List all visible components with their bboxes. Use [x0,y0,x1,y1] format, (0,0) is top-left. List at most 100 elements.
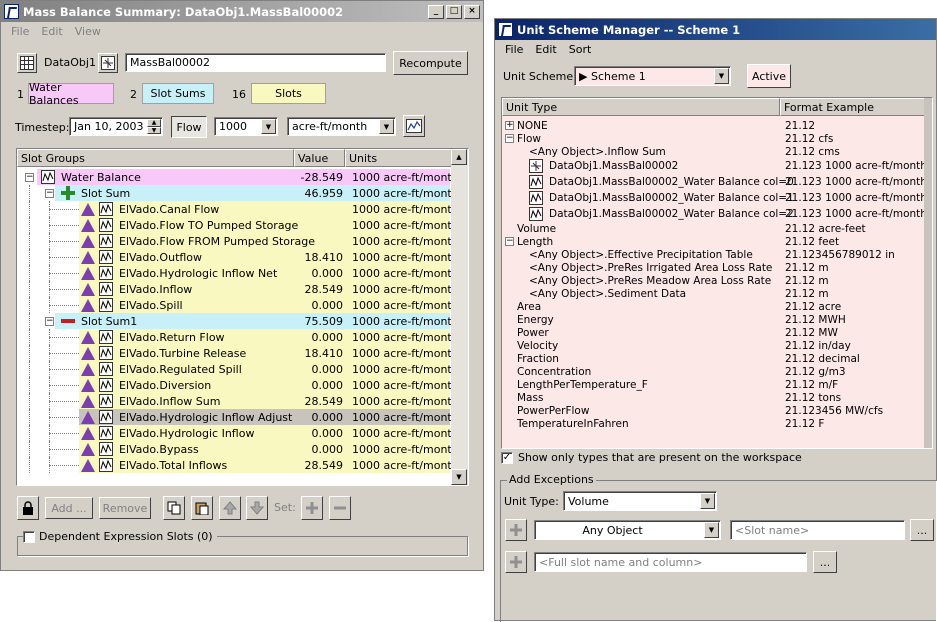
table-row[interactable]: ElVado.Return Flow 0.000 1000 acre-ft/mont… [19,329,459,345]
list-item[interactable]: DataObj1.MassBal00002_Water Balance col=… [502,190,927,206]
menu-file[interactable]: File [5,25,35,38]
list-item[interactable]: TemperatureInFahren 21.12 F [502,417,924,430]
expander-icon[interactable]: − [505,134,514,143]
table-row[interactable]: ElVado.Outflow 18.410 1000 acre-ft/month [19,249,459,265]
table-scrollbar[interactable]: ▲ ▼ [451,149,468,485]
table-row[interactable]: ElVado.Hydrologic Inflow 0.000 1000 acre-f… [19,425,459,441]
flow-toggle-button[interactable]: Flow [171,116,207,138]
table-row[interactable]: − Slot Sum1 75.509 1000 acre-ft/month [19,313,459,329]
table-row[interactable]: ElVado.Spill 0.000 1000 acre-ft/month [19,297,459,313]
timestep-spinner[interactable]: ▲ ▼ [147,119,161,134]
list-item[interactable]: − Length 21.12 feet [502,235,924,248]
table-row[interactable]: ElVado.Diversion 0.000 1000 acre-ft/month [19,377,459,393]
set-minus-button[interactable] [329,496,351,520]
exc-unit-type-combo[interactable]: Volume ▼ [563,491,717,511]
timestep-field[interactable]: Jan 10, 2003 ▲ ▼ [69,117,163,136]
chevron-down-icon[interactable]: ▼ [379,119,394,134]
table-row[interactable]: ElVado.Flow TO Pumped Storage 1000 acre-f… [19,217,459,233]
list-item[interactable]: Mass 21.12 tons [502,391,924,404]
minimize-button[interactable]: _ [428,4,444,19]
expander-icon[interactable]: + [505,121,514,130]
scale-combo[interactable]: 1000 ▼ [214,117,278,136]
dependent-slots-toggle[interactable]: Dependent Expression Slots (0) [23,530,217,543]
lock-button[interactable] [17,496,39,520]
list-item[interactable]: DataObj1.MassBal00002 21.123 1000 acre-ft… [502,158,927,174]
slots-tag[interactable]: Slots [251,83,326,104]
list-item[interactable]: <Any Object>.Effective Precipitation Tab… [502,248,924,261]
spin-up-icon[interactable]: ▲ [147,119,161,127]
list-item[interactable]: Fraction 21.12 decimal [502,352,924,365]
menu-file[interactable]: File [499,43,529,56]
active-button[interactable]: Active [747,64,791,88]
table-row[interactable]: ElVado.Bypass 0.000 1000 acre-ft/month [19,441,459,457]
table-row[interactable]: − Slot Sum 46.959 1000 acre-ft/month [19,185,459,201]
chevron-down-icon[interactable]: ▼ [700,493,715,509]
copy-button[interactable] [163,496,185,520]
list-item[interactable]: DataObj1.MassBal00002_Water Balance col=… [502,206,927,222]
remove-button[interactable]: Remove [99,497,151,519]
scroll-up-icon[interactable]: ▲ [451,149,467,165]
list-item[interactable]: DataObj1.MassBal00002_Water Balance col=… [502,174,927,190]
move-down-button[interactable] [246,496,268,520]
full-slot-input[interactable]: <Full slot name and column> [534,552,807,572]
table-row[interactable]: ElVado.Turbine Release 18.410 1000 acre-ft… [19,345,459,361]
unit-scheme-titlebar[interactable]: Unit Scheme Manager -- Scheme 1 [495,19,936,40]
set-plus-button[interactable] [301,496,323,520]
col-format-example[interactable]: Format Example [780,98,926,116]
water-balances-tag[interactable]: Water Balances [28,81,114,107]
slot-name-input[interactable]: <Slot name> [730,520,905,540]
list-item[interactable]: + NONE 21.12 [502,119,924,132]
menu-sort[interactable]: Sort [563,43,598,56]
list-item[interactable]: − Flow 21.12 cfs [502,132,924,145]
list-item[interactable]: PowerPerFlow 21.123456 MW/cfs [502,404,924,417]
col-value[interactable]: Value [294,149,345,167]
scroll-down-icon[interactable]: ▼ [451,469,467,485]
mass-balance-icon-button[interactable] [98,53,118,73]
table-row[interactable]: ElVado.Regulated Spill 0.000 1000 acre-ft/… [19,361,459,377]
paste-button[interactable] [191,496,213,520]
expander-icon[interactable]: − [25,172,34,182]
unit-combo[interactable]: acre-ft/month ▼ [287,117,396,136]
col-unit-type[interactable]: Unit Type [502,98,780,116]
list-item[interactable]: LengthPerTemperature_F 21.12 m/F [502,378,924,391]
table-row[interactable]: ElVado.Inflow Sum 28.549 1000 acre-ft/mont… [19,393,459,409]
add-button[interactable]: Add ... [45,497,93,519]
move-up-button[interactable] [219,496,241,520]
menu-edit[interactable]: Edit [35,25,68,38]
expander-icon[interactable]: − [45,188,54,198]
list-item[interactable]: <Any Object>.Sediment Data 21.12 m [502,287,924,300]
unit-scheme-combo[interactable]: ▶ Scheme 1 ▼ [574,66,731,86]
slot-name-browse-button[interactable]: ... [910,519,934,541]
table-row[interactable]: ElVado.Hydrologic Inflow Adjust 0.000 1000… [19,409,459,425]
expander-icon[interactable]: − [505,237,514,246]
chevron-down-icon[interactable]: ▼ [714,68,729,84]
list-item[interactable]: Velocity 21.12 in/day [502,339,924,352]
add-slot-exception-button[interactable] [505,551,527,573]
list-item[interactable]: Power 21.12 MW [502,326,924,339]
show-only-toggle[interactable]: ✓ Show only types that are present on th… [501,451,802,464]
full-slot-browse-button[interactable]: ... [813,551,837,573]
data-object-button[interactable] [17,53,37,73]
expander-icon[interactable]: − [45,316,54,326]
table-row[interactable]: ElVado.Inflow 28.549 1000 acre-ft/month [19,281,459,297]
menu-edit[interactable]: Edit [529,43,562,56]
slot-sums-tag[interactable]: Slot Sums [142,83,214,104]
table-row[interactable]: ElVado.Hydrologic Inflow Net 0.000 1000 ac… [19,265,459,281]
any-object-combo[interactable]: Any Object ▼ [534,520,721,540]
col-slot-groups[interactable]: Slot Groups [17,149,294,167]
table-row[interactable]: − Water Balance -28.549 1000 acre-ft/month [19,169,459,185]
close-button[interactable]: × [464,4,480,19]
add-object-exception-button[interactable] [505,519,527,541]
list-item[interactable]: Energy 21.12 MWH [502,313,924,326]
list-item[interactable]: Volume 21.12 acre-feet [502,222,924,235]
maximize-button[interactable]: □ [446,4,462,19]
mass-balance-titlebar[interactable]: Mass Balance Summary: DataObj1.MassBal00… [1,1,483,22]
list-item[interactable]: Concentration 21.12 g/m3 [502,365,924,378]
menu-view[interactable]: View [69,25,107,38]
col-units[interactable]: Units [345,149,452,167]
list-item[interactable]: <Any Object>.PreRes Meadow Area Loss Rat… [502,274,924,287]
list-item[interactable]: <Any Object>.Inflow Sum 21.12 cms [502,145,924,158]
recompute-button[interactable]: Recompute [393,51,468,75]
slot-name-field[interactable]: MassBal00002 [125,53,386,72]
dependent-slots-checkbox[interactable] [23,530,35,543]
